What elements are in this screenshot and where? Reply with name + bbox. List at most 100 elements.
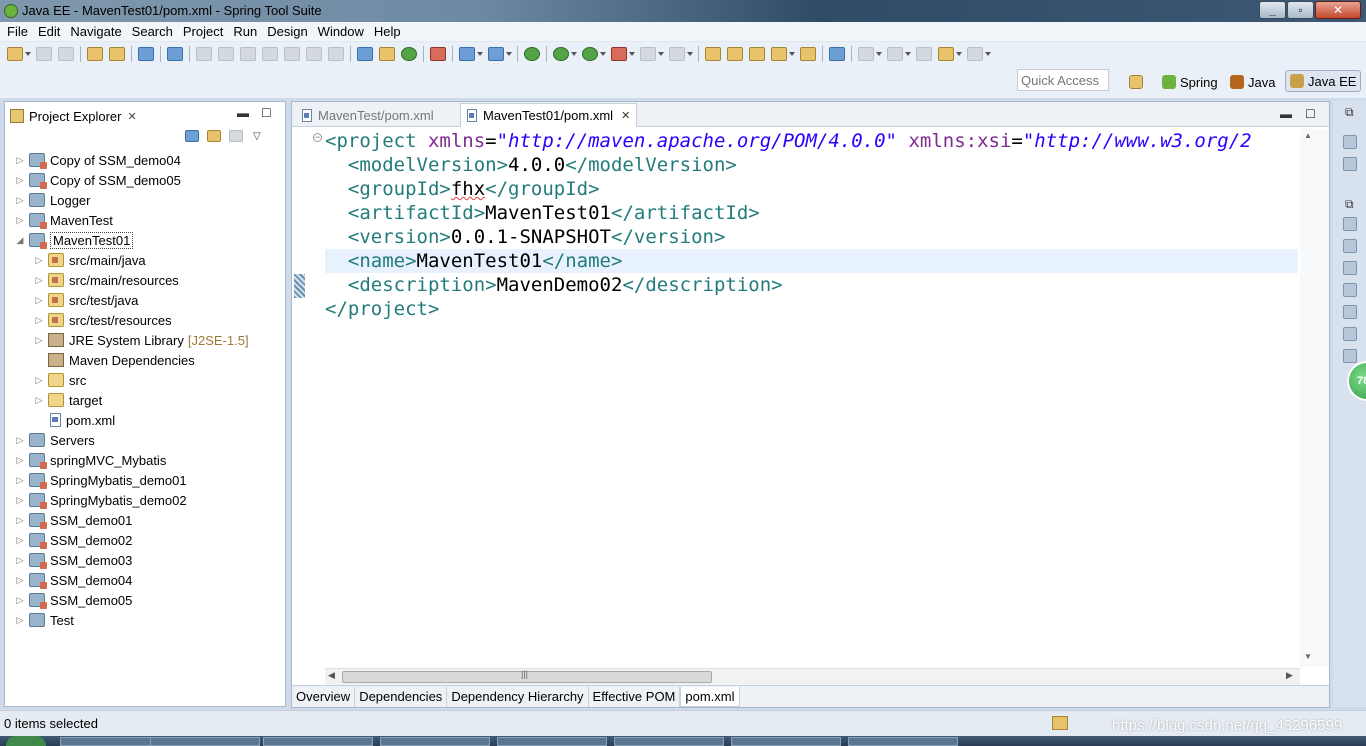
start-button[interactable] (6, 736, 46, 746)
menu-navigate[interactable]: Navigate (65, 24, 126, 39)
expand-arrow-icon[interactable]: ▷ (34, 275, 44, 286)
expand-arrow-icon[interactable]: ▷ (34, 395, 44, 406)
new-icon[interactable] (7, 47, 23, 61)
tree-item[interactable]: ◢ MavenTest01 (15, 230, 134, 250)
code-line[interactable]: <name>MavenTest01</name> (325, 249, 1298, 273)
expand-arrow-icon[interactable]: ▷ (15, 475, 25, 486)
task-repository-icon[interactable] (379, 47, 395, 61)
background-tasks-icon[interactable] (1052, 716, 1068, 730)
expand-arrow-icon[interactable]: ▷ (15, 575, 25, 586)
code-line[interactable]: <description>MavenDemo02</description> (325, 273, 783, 297)
project-explorer-tab[interactable]: Project Explorer ✕ (6, 103, 143, 127)
outline-icon[interactable] (1343, 135, 1357, 149)
markers-icon[interactable] (1343, 217, 1357, 231)
vertical-scrollbar[interactable] (1300, 129, 1329, 667)
tab-dependencies[interactable]: Dependencies (355, 686, 448, 707)
expand-arrow-icon[interactable]: ▷ (34, 255, 44, 266)
taskbar-button[interactable] (614, 737, 724, 746)
minimize-view-icon[interactable]: ▬ (237, 106, 249, 120)
build-icon[interactable] (87, 47, 103, 61)
menu-edit[interactable]: Edit (33, 24, 65, 39)
code-line[interactable]: </project> (325, 297, 439, 321)
open-type-dropdown-icon[interactable] (789, 52, 795, 56)
new-spring-icon[interactable] (488, 47, 504, 61)
restore-icon[interactable]: ⧉ (1345, 105, 1354, 120)
expand-arrow-icon[interactable]: ▷ (15, 515, 25, 526)
editor-tab-maventest-pom[interactable]: MavenTest/pom.xml (296, 103, 440, 127)
tab-pom-xml[interactable]: pom.xml (680, 686, 740, 707)
new-class-icon[interactable] (749, 47, 765, 61)
collapse-arrow-icon[interactable]: ◢ (15, 235, 25, 246)
expand-arrow-icon[interactable]: ▷ (15, 535, 25, 546)
restore-icon[interactable]: ⧉ (1345, 197, 1354, 212)
perspective-spring[interactable]: Spring (1162, 71, 1218, 93)
focus-on-active-task-icon[interactable] (229, 130, 243, 142)
servers-icon[interactable] (1343, 261, 1357, 275)
tree-item[interactable]: ▷ JRE System Library [J2SE-1.5] (34, 330, 249, 350)
code-line[interactable]: <version>0.0.1-SNAPSHOT</version> (325, 225, 726, 249)
expand-arrow-icon[interactable]: ▷ (34, 315, 44, 326)
code-line[interactable]: <modelVersion>4.0.0</modelVersion> (325, 153, 737, 177)
last-edit-icon[interactable] (916, 47, 932, 61)
code-line[interactable]: <project xmlns="http://maven.apache.org/… (325, 129, 1252, 153)
tree-item[interactable]: ▷ target (34, 390, 103, 410)
boot-dashboard-icon[interactable] (524, 47, 540, 61)
save-all-icon[interactable] (58, 47, 74, 61)
scroll-down-icon[interactable]: ▼ (1304, 652, 1312, 661)
new-server-icon[interactable] (459, 47, 475, 61)
close-view-icon[interactable]: ✕ (127, 110, 136, 123)
task-list-icon[interactable] (1343, 157, 1357, 171)
tree-item[interactable]: ▷ SSM_demo01 (15, 510, 132, 530)
tree-item[interactable]: ▷ src/main/resources (34, 270, 179, 290)
link-with-editor-icon[interactable] (207, 130, 221, 142)
open-task-icon[interactable] (357, 47, 373, 61)
tree-item[interactable]: ▷ src/test/java (34, 290, 139, 310)
editor-tab-maventest01-pom[interactable]: MavenTest01/pom.xml ✕ (460, 103, 638, 127)
taskbar-button[interactable] (848, 737, 958, 746)
expand-arrow-icon[interactable]: ▷ (34, 295, 44, 306)
horizontal-scrollbar[interactable]: ◀ ||| ▶ (325, 668, 1300, 685)
next-annotation-icon[interactable] (858, 47, 874, 61)
perspective-java[interactable]: Java (1230, 71, 1275, 93)
tree-item[interactable]: ▷ SSM_demo04 (15, 570, 132, 590)
menu-run[interactable]: Run (228, 24, 262, 39)
new-package-icon[interactable] (727, 47, 743, 61)
suspend-icon[interactable] (218, 47, 234, 61)
menu-design[interactable]: Design (262, 24, 312, 39)
new-java-project-icon[interactable] (705, 47, 721, 61)
expand-arrow-icon[interactable]: ▷ (15, 595, 25, 606)
menu-help[interactable]: Help (369, 24, 406, 39)
run-icon[interactable] (582, 47, 598, 61)
tree-item[interactable]: ▷ src/main/java (34, 250, 146, 270)
perspective-java-ee[interactable]: Java EE (1285, 70, 1362, 92)
taskbar-button[interactable] (150, 737, 260, 746)
scroll-left-icon[interactable]: ◀ (328, 670, 335, 681)
terminate-icon[interactable] (240, 47, 256, 61)
globe-icon[interactable] (829, 47, 845, 61)
taskbar-button[interactable] (380, 737, 490, 746)
step-over-icon[interactable] (306, 47, 322, 61)
expand-arrow-icon[interactable]: ▷ (15, 215, 25, 226)
close-tab-icon[interactable]: ✕ (621, 109, 630, 122)
expand-arrow-icon[interactable]: ▷ (15, 495, 25, 506)
expand-arrow-icon[interactable]: ▷ (15, 155, 25, 166)
tree-item[interactable]: ▷ Logger (15, 190, 91, 210)
expand-arrow-icon[interactable]: ▷ (15, 175, 25, 186)
tree-item[interactable]: ▷ Test (15, 610, 74, 630)
fold-collapse-icon[interactable]: − (313, 133, 322, 142)
expand-arrow-icon[interactable]: ▷ (15, 435, 25, 446)
tree-item[interactable]: ▷ src/test/resources (34, 310, 172, 330)
next-annotation-dropdown-icon[interactable] (876, 52, 882, 56)
step-into-icon[interactable] (284, 47, 300, 61)
problems-icon[interactable] (1343, 327, 1357, 341)
skip-breakpoints-icon[interactable] (167, 47, 183, 61)
code-line[interactable]: <groupId>fhx</groupId> (325, 177, 600, 201)
tree-item[interactable]: ▷ springMVC_Mybatis (15, 450, 166, 470)
properties-icon[interactable] (1343, 239, 1357, 253)
console-view-icon[interactable] (1343, 349, 1357, 363)
menu-file[interactable]: File (2, 24, 33, 39)
taskbar-button[interactable] (497, 737, 607, 746)
scroll-up-icon[interactable]: ▲ (1304, 131, 1312, 140)
save-icon[interactable] (36, 47, 52, 61)
tree-item[interactable]: ▷ Copy of SSM_demo05 (15, 170, 181, 190)
